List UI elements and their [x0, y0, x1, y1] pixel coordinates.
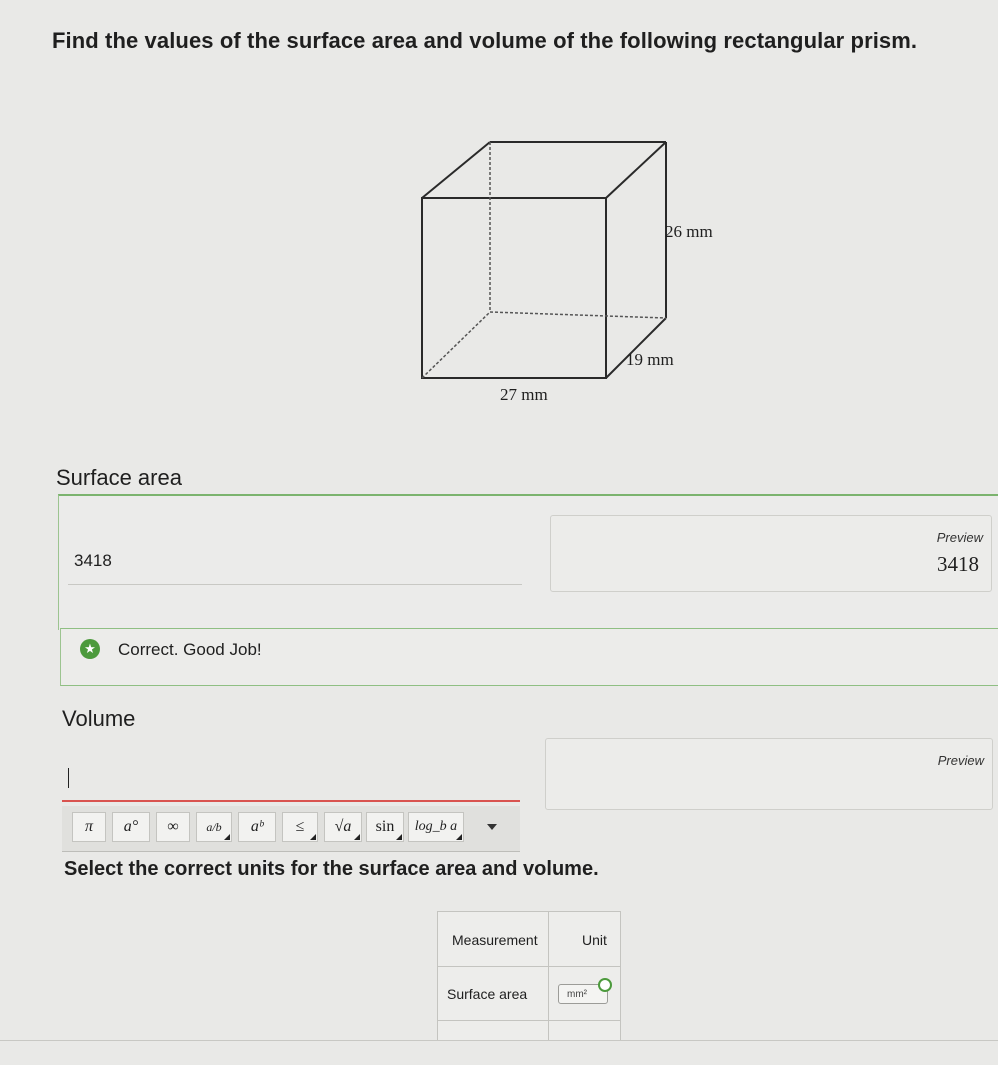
preview-value: 3418 — [937, 552, 979, 576]
table-header-unit: Unit — [582, 932, 607, 948]
fraction-button[interactable]: a/b — [196, 812, 232, 842]
text-caret — [68, 768, 69, 788]
height-dimension-label: 26 mm — [665, 222, 713, 241]
surface-area-label: Surface area — [56, 465, 182, 490]
sin-button[interactable]: sin — [366, 812, 404, 842]
units-prompt: Select the correct units for the surface… — [64, 858, 599, 880]
infinity-button[interactable]: ∞ — [156, 812, 190, 842]
log-button[interactable]: log_b a — [408, 812, 464, 842]
table-divider — [437, 966, 621, 967]
less-equal-button[interactable]: ≤ — [282, 812, 318, 842]
question-text: Find the values of the surface area and … — [52, 28, 918, 53]
sqrt-button[interactable]: √a — [324, 812, 362, 842]
star-icon: ★ — [80, 639, 100, 659]
table-divider — [548, 911, 549, 1041]
volume-input[interactable] — [62, 752, 520, 802]
surface-area-input[interactable]: 3418 — [74, 551, 112, 571]
rectangular-prism-diagram — [421, 141, 667, 379]
chevron-down-icon[interactable] — [487, 824, 497, 830]
surface-area-preview: Preview 3418 — [550, 515, 992, 592]
units-table — [437, 911, 621, 1041]
depth-dimension-label: 19 mm — [626, 350, 674, 369]
divider — [0, 1040, 998, 1041]
degree-button[interactable]: a° — [112, 812, 150, 842]
feedback-text: Correct. Good Job! — [118, 640, 262, 659]
preview-title: Preview — [937, 753, 984, 768]
table-header-measurement: Measurement — [452, 932, 538, 948]
table-divider — [437, 1020, 621, 1021]
prism-figure: 26 mm 19 mm 27 mm — [410, 130, 740, 410]
pi-button[interactable]: π — [72, 812, 106, 842]
power-button[interactable]: aᵇ — [238, 812, 276, 842]
check-icon — [598, 978, 612, 992]
surface-area-input-underline — [68, 584, 522, 585]
volume-label: Volume — [62, 706, 136, 731]
table-row-measurement: Surface area — [447, 986, 528, 1002]
preview-title: Preview — [936, 530, 983, 545]
volume-preview: Preview — [545, 738, 993, 810]
width-dimension-label: 27 mm — [500, 385, 548, 404]
